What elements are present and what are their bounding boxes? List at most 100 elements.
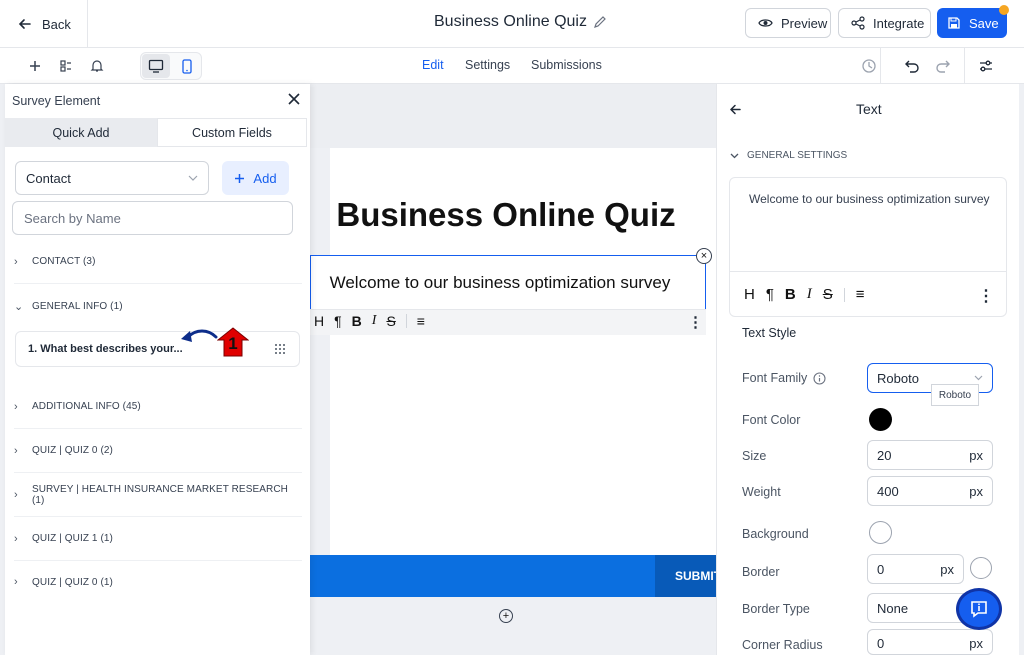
arrow-left-icon[interactable] <box>729 103 742 116</box>
redo-icon[interactable] <box>934 57 952 75</box>
search-input[interactable] <box>12 201 293 235</box>
corner-radius-label: Corner Radius <box>742 638 823 652</box>
close-icon[interactable] <box>287 92 301 106</box>
remove-element-icon[interactable]: × <box>696 248 712 264</box>
text-style-heading: Text Style <box>742 326 797 340</box>
monitor-icon <box>148 59 164 73</box>
more-vertical-icon[interactable]: ⋮ <box>978 286 994 306</box>
category-contact[interactable]: › CONTACT (3) <box>14 240 302 284</box>
category-quiz-1[interactable]: › QUIZ | QUIZ 1 (1) <box>14 517 302 561</box>
border-label: Border <box>742 565 780 579</box>
size-unit: px <box>969 447 983 463</box>
text-block-content[interactable]: Welcome to our business optimization sur… <box>310 273 690 293</box>
submit-button[interactable]: SUBMIT <box>655 555 721 597</box>
bell-icon[interactable] <box>88 57 106 75</box>
add-button[interactable]: Add <box>222 161 289 195</box>
font-family-tooltip: Roboto <box>931 384 979 406</box>
background-label: Background <box>742 527 809 541</box>
chevron-right-icon: › <box>14 576 18 588</box>
italic-icon[interactable]: I <box>807 286 812 303</box>
border-input[interactable]: 0 px <box>867 554 964 584</box>
tab-edit[interactable]: Edit <box>422 58 444 72</box>
tab-quick-add[interactable]: Quick Add <box>5 118 157 147</box>
border-unit: px <box>940 561 954 577</box>
undo-icon[interactable] <box>903 57 921 75</box>
form-heading[interactable]: Business Online Quiz <box>330 196 682 234</box>
field-item-label: 1. What best describes your... <box>28 343 183 355</box>
page-title: Business Online Quiz <box>434 13 587 30</box>
toolbar-divider <box>880 48 881 84</box>
desktop-view-button[interactable] <box>142 54 170 78</box>
category-survey-health[interactable]: › SURVEY | HEALTH INSURANCE MARKET RESEA… <box>14 473 302 517</box>
inline-format-toolbar: H ¶ B I S ≡ ⋮ <box>310 309 706 335</box>
strikethrough-icon[interactable]: S <box>386 313 395 329</box>
paragraph-format-icon[interactable]: ¶ <box>766 286 774 303</box>
history-icon[interactable] <box>860 57 878 75</box>
info-icon[interactable] <box>813 371 826 385</box>
bold-icon[interactable]: B <box>785 286 796 303</box>
step-number-badge: 1 <box>217 327 249 357</box>
preview-button[interactable]: Preview <box>745 8 831 38</box>
add-section-icon[interactable]: + <box>499 609 513 623</box>
category-label: CONTACT (3) <box>32 256 96 267</box>
strikethrough-icon[interactable]: S <box>823 286 833 303</box>
integrate-button[interactable]: Integrate <box>838 8 931 38</box>
italic-icon[interactable]: I <box>372 313 377 329</box>
sliders-icon[interactable] <box>977 57 995 75</box>
paragraph-format-icon[interactable]: ¶ <box>334 313 342 329</box>
format-divider <box>405 314 407 328</box>
layers-icon[interactable] <box>57 57 75 75</box>
tab-custom-fields[interactable]: Custom Fields <box>157 118 307 147</box>
eye-icon <box>758 17 773 29</box>
more-vertical-icon[interactable]: ⋮ <box>688 313 703 331</box>
field-item-question[interactable]: 1. What best describes your... <box>15 331 300 367</box>
chevron-right-icon: › <box>14 532 18 545</box>
drag-handle-icon[interactable] <box>274 343 286 355</box>
bold-icon[interactable]: B <box>352 313 362 329</box>
background-color-swatch[interactable] <box>869 521 892 544</box>
settings-panel-title: Text <box>856 101 882 117</box>
weight-input[interactable]: 400 px <box>867 476 993 506</box>
category-quiz-0[interactable]: › QUIZ | QUIZ 0 (2) <box>14 429 302 473</box>
back-label: Back <box>42 16 71 32</box>
corner-radius-input[interactable]: 0 px <box>867 629 993 655</box>
heading-format-icon[interactable]: H <box>744 286 755 303</box>
category-label: ADDITIONAL INFO (45) <box>32 401 141 412</box>
chevron-down-icon <box>730 153 739 159</box>
save-button[interactable]: Save <box>937 8 1007 38</box>
font-color-swatch[interactable] <box>869 408 892 431</box>
font-family-label: Font Family <box>742 371 808 385</box>
preview-label: Preview <box>781 15 828 31</box>
category-label: QUIZ | QUIZ 1 (1) <box>32 533 113 544</box>
category-quiz-0-b[interactable]: › QUIZ | QUIZ 0 (1) <box>14 560 302 604</box>
border-color-swatch[interactable] <box>970 557 992 579</box>
general-settings-section[interactable]: GENERAL SETTINGS <box>730 150 847 161</box>
quiz-title-group[interactable]: Business Online Quiz <box>434 13 607 31</box>
corner-radius-value: 0 <box>877 636 885 651</box>
integrate-label: Integrate <box>873 15 925 31</box>
back-button[interactable]: Back <box>0 0 88 48</box>
heading-format-icon[interactable]: H <box>314 313 324 329</box>
panel-title: Survey Element <box>12 94 101 108</box>
category-general-info[interactable]: ⌄ GENERAL INFO (1) <box>14 284 302 328</box>
category-select[interactable]: Contact <box>15 161 209 195</box>
help-chat-button[interactable] <box>956 588 1002 630</box>
size-input[interactable]: 20 px <box>867 440 993 470</box>
align-icon[interactable]: ≡ <box>856 286 865 303</box>
plus-icon[interactable] <box>26 57 44 75</box>
pencil-icon[interactable] <box>593 15 607 29</box>
tab-submissions[interactable]: Submissions <box>531 58 602 72</box>
tab-settings[interactable]: Settings <box>465 58 510 72</box>
align-icon[interactable]: ≡ <box>417 313 425 329</box>
editor-format-toolbar: H ¶ B I S ≡ <box>744 286 865 303</box>
mobile-view-button[interactable] <box>173 54 201 78</box>
text-editor-content[interactable]: Welcome to our business optimization sur… <box>749 192 990 206</box>
border-type-value: None <box>877 600 909 616</box>
corner-radius-unit: px <box>969 636 983 651</box>
category-label: GENERAL INFO (1) <box>32 300 123 312</box>
font-family-label-group: Font Family <box>742 371 826 385</box>
font-family-value: Roboto <box>877 370 919 386</box>
chevron-right-icon: › <box>14 488 18 501</box>
canvas-background <box>310 84 716 148</box>
category-additional-info[interactable]: › ADDITIONAL INFO (45) <box>14 385 302 429</box>
